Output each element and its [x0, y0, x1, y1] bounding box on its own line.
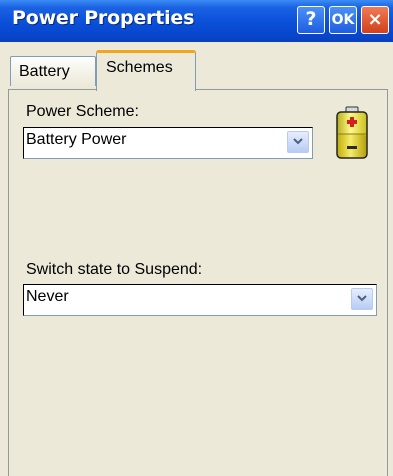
tab-strip: Battery Schemes — [0, 42, 393, 91]
ok-button[interactable]: OK — [329, 6, 357, 34]
chevron-down-icon[interactable] — [351, 288, 373, 310]
title-bar: Power Properties ? OK × — [0, 0, 393, 42]
close-button[interactable]: × — [361, 6, 389, 34]
help-button[interactable]: ? — [297, 6, 325, 34]
suspend-label: Switch state to Suspend: — [26, 261, 203, 278]
suspend-dropdown[interactable]: Never — [23, 284, 377, 316]
schemes-panel: Power Scheme: Battery Power Switch state… — [8, 89, 388, 476]
battery-icon — [336, 106, 368, 159]
window-title: Power Properties — [12, 7, 195, 29]
power-scheme-value: Battery Power — [26, 131, 127, 148]
power-scheme-label: Power Scheme: — [26, 103, 139, 120]
tab-schemes[interactable]: Schemes — [96, 50, 196, 91]
chevron-down-icon[interactable] — [287, 131, 309, 153]
tab-battery[interactable]: Battery — [10, 56, 96, 86]
power-scheme-dropdown[interactable]: Battery Power — [23, 127, 313, 159]
suspend-value: Never — [26, 288, 69, 305]
